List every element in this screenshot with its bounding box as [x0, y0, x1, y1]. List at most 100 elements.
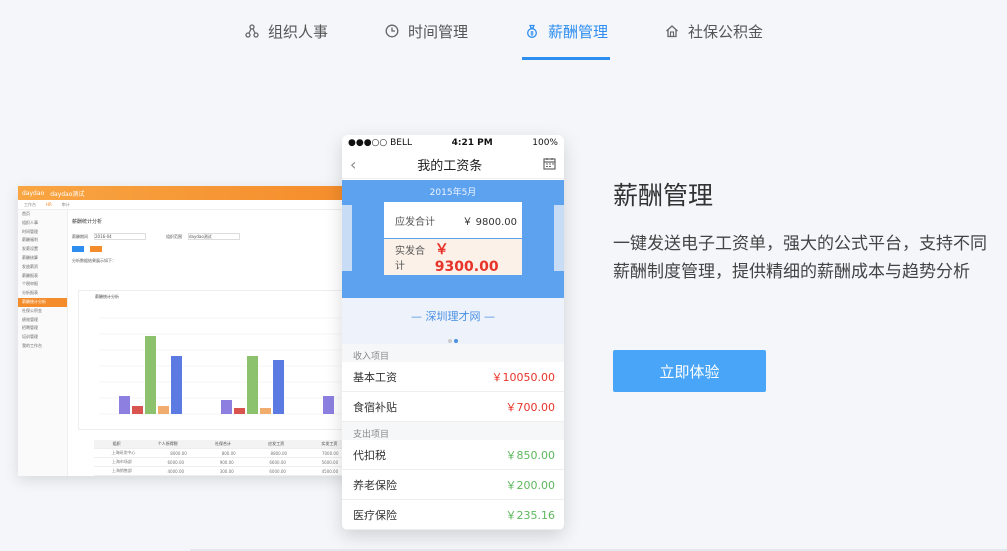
desktop-export-button — [90, 246, 102, 252]
desktop-nav-item: 工作台 — [24, 201, 36, 207]
item-value: ￥235.16 — [505, 508, 556, 522]
chart-bar — [145, 336, 156, 414]
back-icon: ‹ — [350, 155, 357, 174]
phone-status-bar: ●●●○○ BELL 4:21 PM 100% — [342, 135, 564, 151]
calendar-icon — [543, 155, 556, 174]
desktop-table: 组织 个人所得税 社保合计 应发工资 实发工资 上海研发中心 8000.00 800.00 88… — [94, 440, 356, 476]
desktop-page-title: 薪酬统计分析 — [72, 219, 103, 225]
desktop-table-header: 组织 个人所得税 社保合计 应发工资 实发工资 — [94, 440, 356, 449]
phone-battery: 100% — [532, 138, 558, 148]
item-label: 医疗保险 — [353, 508, 397, 522]
table-cell: 上海销售部 — [111, 468, 132, 473]
phone-screenshot: ●●●○○ BELL 4:21 PM 100% ‹ 我的工资条 2015年5月 … — [342, 135, 564, 530]
table-cell: 7000.00 — [321, 450, 339, 456]
table-header-cell: 实发工资 — [321, 441, 338, 446]
expense-section-header: 支出项目 — [342, 422, 564, 440]
desktop-sidebar-item: 我的工作台 — [22, 342, 42, 348]
filter-label: 薪酬期间 — [72, 233, 88, 239]
table-cell: 6000.00 — [269, 468, 286, 474]
item-value: ￥700.00 — [505, 400, 556, 414]
table-row: 上海研发中心 8000.00 800.00 8800.00 7000.00 — [94, 449, 356, 458]
desktop-chart: 薪酬统计分析 — [78, 290, 354, 430]
category-tabs: 组织人事 时间管理 薪酬管理 社保公积金 — [0, 0, 1007, 62]
tab-label: 薪酬管理 — [548, 22, 609, 41]
desktop-sidebar-item: 薪酬核算 — [22, 254, 38, 260]
chart-bar — [158, 406, 169, 414]
chart-bar — [119, 396, 130, 414]
feature-description: 一键发送电子工资单，强大的公式平台，支持不同薪酬制度管理，提供精细的薪酬成本与趋… — [613, 234, 987, 282]
list-item: 食宿补贴 ￥700.00 — [342, 392, 564, 422]
desktop-button-row — [72, 246, 354, 252]
desktop-sidebar-item: 薪酬福利 — [22, 237, 38, 243]
gross-value: ￥ 9800.00 — [462, 216, 517, 228]
feature-title: 薪酬管理 — [613, 181, 714, 210]
desktop-sidebar-item: 绩效管理 — [22, 316, 38, 322]
desktop-summary: 分析数据结果展示如下： — [72, 258, 116, 263]
desktop-sidebar-item: 个税申报 — [22, 281, 38, 287]
tab-social-insurance[interactable]: 社保公积金 — [662, 0, 765, 62]
item-value: ￥10050.00 — [491, 370, 556, 384]
banner-text: — 深圳理才网 — — [411, 310, 495, 323]
table-header-cell: 应发工资 — [268, 441, 285, 446]
tab-salary-management[interactable]: 薪酬管理 — [522, 0, 611, 62]
desktop-query-button — [72, 246, 84, 252]
table-row: 上海销售部 4000.00 300.00 6000.00 4500.00 — [94, 467, 356, 476]
desktop-nav: 工作台 HR 审计 — [18, 200, 358, 210]
desktop-company: daydao测试 — [50, 190, 85, 198]
table-cell: 上海研发中心 — [111, 450, 136, 455]
chart-bar — [234, 408, 245, 414]
list-item: 代扣税 ￥850.00 — [342, 440, 564, 470]
payslip-side-card — [554, 205, 564, 271]
item-value: ￥850.00 — [505, 448, 556, 462]
list-item: 医疗保险 ￥235.16 — [342, 500, 564, 530]
filter-box: daydao测试 — [188, 233, 240, 240]
payslip-month: 2015年5月 — [429, 188, 477, 198]
phone-carrier: ●●●○○ BELL — [348, 138, 413, 148]
tab-org-personnel[interactable]: 组织人事 — [242, 0, 330, 62]
table-row: 上海市场部 6000.00 900.00 6600.00 5600.00 — [94, 458, 356, 467]
tab-label: 社保公积金 — [688, 22, 764, 41]
money-bag-icon — [524, 23, 540, 39]
chart-bar — [247, 356, 258, 414]
net-label: 实发合计 — [395, 246, 425, 272]
table-cell: 4500.00 — [321, 468, 339, 474]
table-cell: 6000.00 — [167, 459, 185, 465]
desktop-main: 薪酬统计分析 薪酬期间 2016-04 组织范围 daydao测试 分析数据结果… — [72, 212, 356, 476]
desktop-sidebar-item: 招聘管理 — [22, 325, 38, 331]
desktop-sidebar-item: 培训管理 — [22, 334, 38, 340]
income-section-header: 收入项目 — [342, 344, 564, 362]
phone-banner: — 深圳理才网 — — [342, 298, 564, 344]
list-item: 养老保险 ￥200.00 — [342, 470, 564, 500]
item-label: 养老保险 — [353, 478, 397, 492]
clock-icon — [384, 23, 400, 39]
desktop-screenshot: daydao daydao测试 工作台 HR 审计 首页 组织人事 时间管理 薪酬福利… — [18, 186, 358, 476]
tab-time-management[interactable]: 时间管理 — [382, 0, 470, 62]
chart-bar — [221, 400, 232, 414]
chart-bar — [132, 406, 143, 414]
filter-label: 组织范围 — [166, 233, 182, 239]
chart-bar — [171, 356, 182, 414]
table-cell: 5600.00 — [321, 459, 339, 465]
desktop-header: daydao daydao测试 — [18, 186, 358, 200]
try-now-button[interactable]: 立即体验 — [613, 350, 766, 392]
desktop-sidebar-item: 薪酬统计分析 — [18, 297, 67, 307]
desktop-logo: daydao — [22, 189, 45, 197]
item-value: ￥200.00 — [505, 478, 556, 492]
tab-label: 时间管理 — [407, 22, 468, 41]
tab-label: 组织人事 — [267, 22, 328, 41]
desktop-sidebar-item: 社保公积金 — [22, 307, 42, 313]
desktop-chart-graphic — [99, 317, 349, 415]
table-cell: 6600.00 — [269, 459, 286, 465]
item-label: 基本工资 — [353, 370, 397, 384]
gross-label: 应发合计 — [395, 216, 435, 228]
payslip-side-card — [342, 205, 352, 271]
table-cell: 上海市场部 — [111, 459, 132, 464]
item-label: 食宿补贴 — [353, 400, 397, 414]
phone-title: 我的工资条 — [417, 159, 483, 174]
desktop-filter-row: 薪酬期间 2016-04 组织范围 daydao测试 — [72, 233, 354, 240]
desktop-sidebar-item: 薪酬报表 — [22, 272, 38, 278]
chart-bar — [260, 408, 271, 414]
net-value: ￥ 9300.00 — [434, 242, 499, 275]
net-total-card: 实发合计 ￥ 9300.00 — [384, 239, 522, 275]
table-cell: 300.00 — [219, 468, 234, 474]
